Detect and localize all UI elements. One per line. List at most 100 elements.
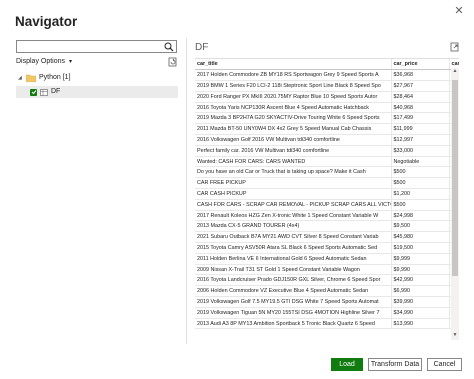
table-cell: 2019 BMW 1 Series F20 LCI-2 118i Steptro… [195,80,392,92]
preview-title: DF [195,42,209,53]
table-row: Perfect family car. 2016 VW Multivan tdi… [195,145,459,157]
table-row: CASH FOR CARS - SCRAP CAR REMOVAL - PICK… [195,199,459,211]
table-cell: 2016 Volkswagen Golf 2016 VW Multivan td… [195,134,392,146]
table-row: 2019 Mazda 3 BP2H7A G20 SKYACTIV-Drive T… [195,112,459,125]
close-button[interactable]: ✕ [452,4,466,18]
table-cell: $36,968 [391,69,450,82]
table-cell: $500 [391,177,450,190]
table-cell: $500 [391,199,450,211]
table-cell: 2017 Renault Koleos HZG Zen X-tronic Whi… [195,210,392,222]
tree-folder-label: Python [1] [39,74,71,81]
table-cell: $17,499 [391,112,450,125]
load-button[interactable]: Load [331,358,363,371]
table-cell: $24,998 [391,210,450,222]
table-cell: $33,000 [391,145,450,157]
table-cell: $13,990 [391,318,450,330]
refresh-icon[interactable] [168,57,178,67]
checkmark-icon [31,90,36,95]
table-cell: 2009 Nissan X-Trail T31 ST Gold 1 Speed … [195,264,392,276]
navigator-tree: ◢ Python [1] DF [16,72,178,98]
table-cell: 2013 Mazda CX-5 GRAND TOURER (4x4) [195,220,392,233]
df-checkbox[interactable] [30,88,37,96]
table-cell: 2019 Mazda 3 BP2H7A G20 SKYACTIV-Drive T… [195,112,392,125]
table-cell: 2016 Toyota Yaris NCP130R Ascent Blue 4 … [195,102,392,114]
table-row: 2016 Toyota Landcruiser Prado GDJ150R GX… [195,274,459,287]
vertical-scrollbar[interactable]: ▲ ▼ [451,68,459,340]
table-row: Wanted: CASH FOR CARS: CARS WANTED Negoti… [195,156,459,168]
table-cell: $39,990 [391,296,450,308]
table-row: 2017 Renault Koleos HZG Zen X-tronic Whi… [195,210,459,222]
table-row: 2021 Subaru Outback B7A MY21 AWD CVT Sil… [195,231,459,244]
scroll-up-icon[interactable]: ▲ [451,68,459,76]
table-cell: Wanted: CASH FOR CARS: CARS WANTED [195,156,392,168]
preview-table-container: car_title car_price car_lo 2017 Holden C… [195,58,459,340]
table-row: 2009 Nissan X-Trail T31 ST Gold 1 Speed … [195,264,459,276]
table-cell: $11,999 [391,123,450,136]
pane-divider[interactable] [186,38,187,344]
search-input[interactable] [17,47,157,58]
table-cell: 2011 Mazda BT-50 UNY0W4 DX 4x2 Grey 5 Sp… [195,123,392,136]
dialog-title: Navigator [15,14,78,29]
display-options-dropdown[interactable]: Display Options ▾ [16,58,72,65]
table-cell: $9,990 [391,264,450,276]
search-icon[interactable] [164,42,174,52]
tree-item-df[interactable]: DF [16,86,178,98]
table-row: 2019 Volkswagen Golf 7.5 MY19.5 GTI DSG … [195,296,459,308]
table-cell: 2017 Holden Commodore ZB MY18 RS Sportwa… [195,69,392,82]
table-row: 2013 Mazda CX-5 GRAND TOURER (4x4) $9,500… [195,220,459,233]
tree-folder-python[interactable]: ◢ Python [1] [16,72,178,84]
table-header-row: car_title car_price car_lo [195,59,459,71]
table-cell: $34,990 [391,307,450,319]
table-row: 2015 Toyota Camry ASV50R Atara SL Black … [195,242,459,254]
table-cell: 2006 Holden Commodore VZ Executive Blue … [195,285,392,298]
table-cell: $28,464 [391,91,450,103]
table-cell: 2015 Toyota Camry ASV50R Atara SL Black … [195,242,392,254]
column-header[interactable]: car_price [391,59,450,71]
search-box[interactable] [16,40,177,58]
table-row: 2019 Volkswagen Tiguan 5N MY20 155TSI DS… [195,307,459,319]
table-cell: $500 [391,166,450,179]
table-row: 2016 Volkswagen Golf 2016 VW Multivan td… [195,134,459,146]
table-cell: 2020 Ford Ranger PX MkIII 2020.75MY Rapt… [195,91,392,103]
table-cell: 2011 Holden Berlina VE II International … [195,253,392,265]
table-row: 2019 BMW 1 Series F20 LCI-2 118i Steptro… [195,80,459,92]
table-cell: $12,997 [391,134,450,146]
table-cell: $40,968 [391,102,450,114]
table-cell: CASH FOR CARS - SCRAP CAR REMOVAL - PICK… [195,199,392,211]
preview-table: car_title car_price car_lo 2017 Holden C… [195,59,459,330]
table-cell: 2013 Audi A3 8P MY13 Ambition Sportback … [195,318,392,330]
table-row: 2013 Audi A3 8P MY13 Ambition Sportback … [195,318,459,330]
table-row: 2020 Ford Ranger PX MkIII 2020.75MY Rapt… [195,91,459,103]
table-row: Do you have an old Car or Truck that is … [195,166,459,179]
cancel-button[interactable]: Cancel [427,358,462,371]
table-cell: $6,990 [391,285,450,298]
table-cell: Negotiable [391,156,450,168]
table-cell: $42,990 [391,274,450,287]
export-icon[interactable] [450,42,460,52]
table-row: CAR CASH PICKUP$1,200Su [195,188,459,200]
table-icon [40,88,48,96]
table-cell: $1,200 [391,188,450,200]
table-cell: $45,980 [391,231,450,244]
column-header[interactable]: car_title [195,59,392,71]
chevron-down-icon: ▾ [68,59,72,65]
scrollbar-thumb[interactable] [452,80,458,276]
table-row: 2011 Holden Berlina VE II International … [195,253,459,265]
table-cell: Perfect family car. 2016 VW Multivan tdi… [195,145,392,157]
scroll-down-icon[interactable]: ▼ [451,332,459,340]
table-cell: $27,967 [391,80,450,92]
table-cell: 2021 Subaru Outback B7A MY21 AWD CVT Sil… [195,231,392,244]
collapse-triangle-icon[interactable]: ◢ [18,72,26,84]
table-row: CAR FREE PICKUP$500Ge [195,177,459,190]
table-cell: CAR CASH PICKUP [195,188,392,200]
tree-item-label: DF [51,88,61,95]
table-cell: 2016 Toyota Landcruiser Prado GDJ150R GX… [195,274,392,287]
table-cell: 2019 Volkswagen Tiguan 5N MY20 155TSI DS… [195,307,392,319]
table-cell: $9,500 [391,220,450,233]
table-cell: 2019 Volkswagen Golf 7.5 MY19.5 GTI DSG … [195,296,392,308]
table-row: 2017 Holden Commodore ZB MY18 RS Sportwa… [195,69,459,82]
table-row: 2011 Mazda BT-50 UNY0W4 DX 4x2 Grey 5 Sp… [195,123,459,136]
table-cell: $19,500 [391,242,450,254]
transform-data-button[interactable]: Transform Data [368,358,422,371]
table-row: 2006 Holden Commodore VZ Executive Blue … [195,285,459,298]
